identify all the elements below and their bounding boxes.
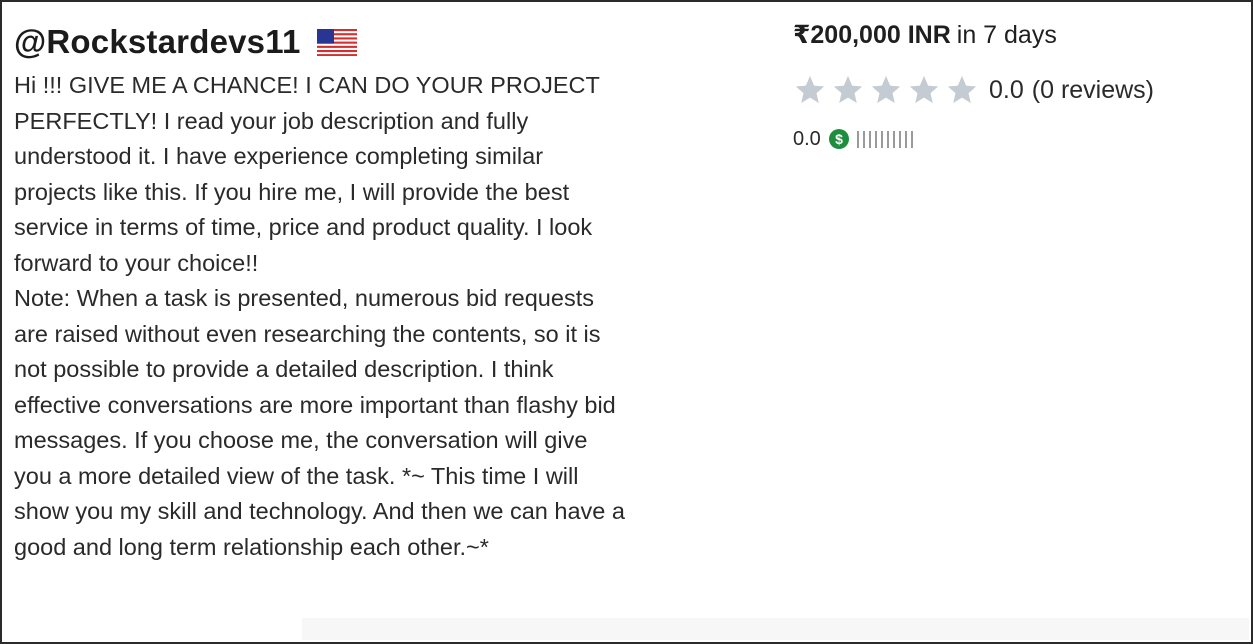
star-icon [871, 75, 901, 104]
svg-text:$: $ [835, 131, 843, 147]
earnings-bar [898, 130, 901, 148]
card-footer-shade [302, 618, 1249, 640]
earnings-bar [874, 130, 877, 148]
dollar-icon: $ [828, 129, 849, 149]
bid-card: @Rockstardevs11 Hi !!! GIVE ME A CHANCE!… [0, 0, 1253, 644]
star-icon [947, 75, 977, 104]
bid-description: Hi !!! GIVE ME A CHANCE! I CAN DO YOUR P… [14, 72, 625, 560]
star-icon [833, 75, 863, 104]
earnings-bar [886, 130, 889, 148]
star-icon [795, 75, 825, 104]
earnings-score-value: 0.0 [793, 127, 821, 150]
earnings-bar [868, 130, 871, 148]
bidder-handle[interactable]: @Rockstardevs11 [14, 23, 301, 61]
bid-duration: in 7 days [956, 21, 1057, 49]
bid-summary: ₹200,000 INR in 7 days 0.0 (0 reviews) 0.… [793, 18, 1243, 152]
rating-summary: 0.0 (0 reviews) [989, 76, 1154, 105]
rating: 0.0 (0 reviews) [793, 70, 1243, 110]
us-flag-icon [316, 28, 357, 56]
earnings-score: 0.0 $ [793, 126, 1243, 152]
earnings-bar [910, 130, 913, 148]
bidder-header: @Rockstardevs11 [14, 20, 774, 64]
earnings-bar [880, 130, 883, 148]
star-icon [909, 75, 939, 104]
rating-stars [793, 73, 979, 107]
bid-amount: ₹200,000 INR [793, 21, 951, 49]
earnings-bar [904, 130, 907, 148]
bid-price: ₹200,000 INR in 7 days [793, 18, 1243, 52]
rating-score: 0.0 [989, 75, 1024, 104]
earnings-bar [856, 130, 859, 148]
bid-content: @Rockstardevs11 Hi !!! GIVE ME A CHANCE!… [14, 20, 774, 565]
earnings-bars [856, 130, 913, 148]
earnings-bar [862, 130, 865, 148]
earnings-bar [892, 130, 895, 148]
review-count[interactable]: (0 reviews) [1032, 76, 1154, 105]
